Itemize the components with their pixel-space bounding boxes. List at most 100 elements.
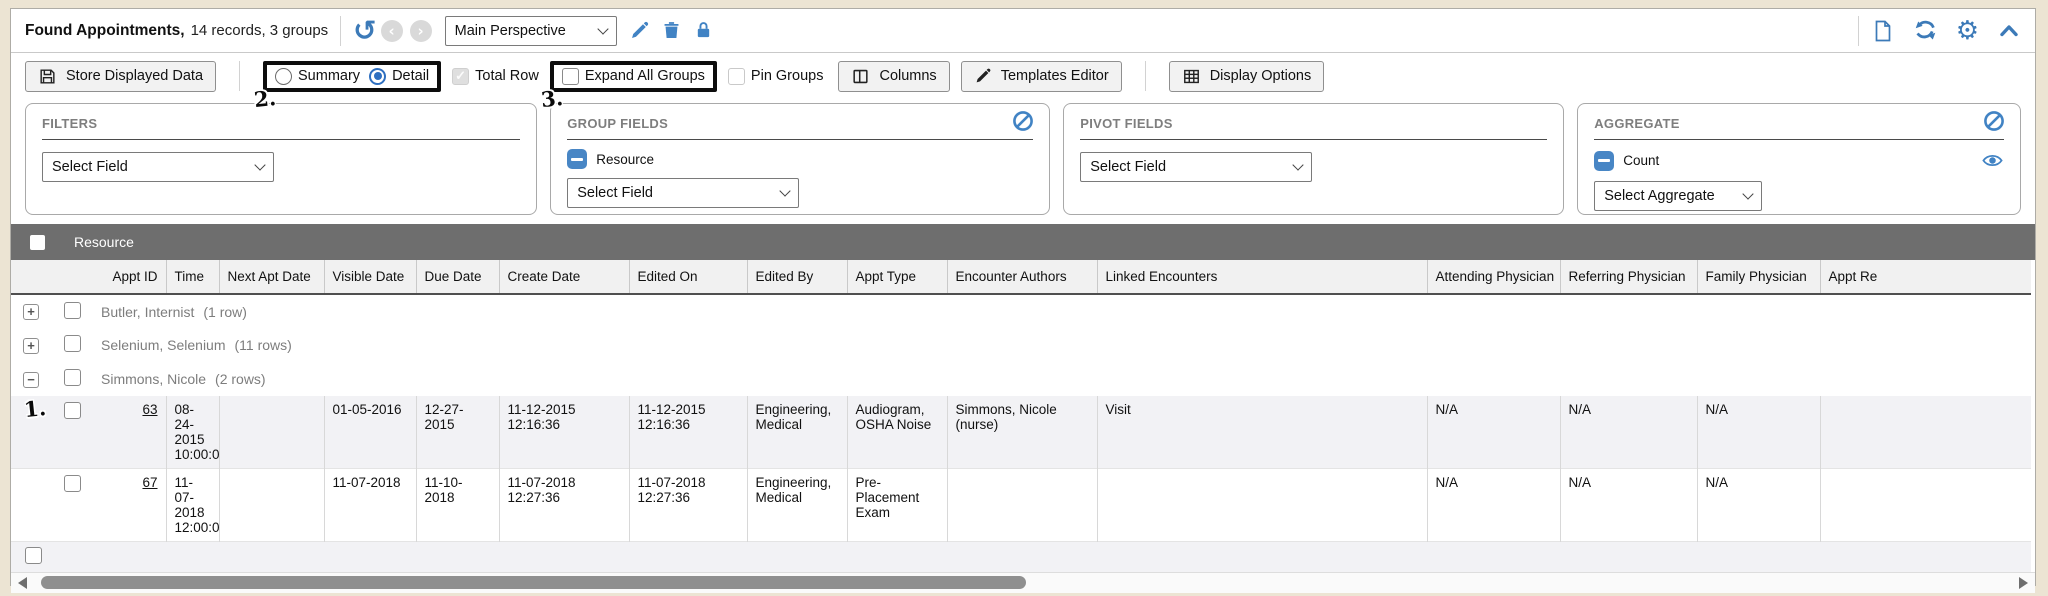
radio-unchecked-icon xyxy=(275,68,292,85)
row-checkbox[interactable] xyxy=(64,402,81,419)
page-title: Found Appointments, xyxy=(25,22,185,40)
column-header-appt-id[interactable]: Appt ID xyxy=(93,260,166,294)
group-fields-panel: GROUP FIELDS Resource Select Field xyxy=(550,103,1050,215)
gear-icon[interactable]: ⚙ xyxy=(1956,18,1979,44)
collapse-chevron-up-icon[interactable] xyxy=(1997,19,2021,43)
checkbox-column-header xyxy=(51,260,93,294)
column-header-edited-on[interactable]: Edited On xyxy=(629,260,747,294)
chevron-down-icon xyxy=(254,159,265,170)
table-grid-icon xyxy=(1182,67,1201,86)
appt-id-link[interactable]: 67 xyxy=(142,475,157,490)
cell-referring-physician: N/A xyxy=(1560,396,1697,469)
visibility-eye-icon[interactable] xyxy=(1981,149,2004,172)
group-row-count: (1 row) xyxy=(203,304,247,320)
cell-linked-encounters xyxy=(1097,469,1427,542)
divider xyxy=(1145,61,1146,91)
edit-pencil-icon[interactable] xyxy=(629,20,650,41)
next-perspective-icon[interactable]: › xyxy=(410,20,432,42)
column-header-family-physician[interactable]: Family Physician xyxy=(1697,260,1820,294)
annotation-box-3: Expand All Groups 3. xyxy=(550,61,717,92)
lock-icon[interactable] xyxy=(693,20,714,41)
group-fields-title: GROUP FIELDS xyxy=(567,116,668,131)
column-header-attending-physician[interactable]: Attending Physician xyxy=(1427,260,1560,294)
checkbox-unchecked-icon xyxy=(728,68,745,85)
pivot-fields-header: PIVOT FIELDS xyxy=(1080,113,1547,140)
cell-linked-encounters: Visit xyxy=(1097,396,1427,469)
table-row: 63 08-24-2015 10:00:00 01-05-2016 12-27-… xyxy=(11,396,2031,469)
radio-checked-icon xyxy=(369,68,386,85)
group-checkbox[interactable] xyxy=(64,302,81,319)
column-header-edited-by[interactable]: Edited By xyxy=(747,260,847,294)
summary-radio[interactable]: Summary xyxy=(275,68,360,85)
column-header-time[interactable]: Time xyxy=(166,260,219,294)
perspective-select-value: Main Perspective xyxy=(455,23,566,39)
table-row: 67 11-07-2018 12:00:00 11-07-2018 11-10-… xyxy=(11,469,2031,542)
pin-groups-checkbox[interactable]: Pin Groups xyxy=(728,68,824,85)
footer-checkbox[interactable] xyxy=(25,547,42,564)
perspective-select[interactable]: Main Perspective xyxy=(445,16,617,46)
expander-column-header xyxy=(11,260,51,294)
aggregate-select[interactable]: Select Aggregate xyxy=(1594,181,1762,211)
remove-aggregate-minus-icon[interactable] xyxy=(1594,151,1614,171)
expand-group-icon[interactable] xyxy=(23,304,39,320)
undo-icon[interactable]: ↺ xyxy=(353,17,376,45)
column-header-encounter-authors[interactable]: Encounter Authors xyxy=(947,260,1097,294)
cell-edited-by: Engineering, Medical xyxy=(747,396,847,469)
filters-field-select[interactable]: Select Field xyxy=(42,152,274,182)
remove-field-minus-icon[interactable] xyxy=(567,149,587,169)
group-row-selenium: Selenium, Selenium(11 rows) xyxy=(11,328,2031,362)
expand-group-icon[interactable] xyxy=(23,338,39,354)
select-all-checkbox[interactable] xyxy=(30,235,45,250)
horizontal-scrollbar[interactable] xyxy=(11,572,2035,593)
detail-radio[interactable]: Detail xyxy=(369,68,429,85)
trash-icon[interactable] xyxy=(661,20,682,41)
pivot-fields-panel: PIVOT FIELDS Select Field xyxy=(1063,103,1564,215)
pivot-field-select[interactable]: Select Field xyxy=(1080,152,1312,182)
scroll-right-arrow-icon[interactable] xyxy=(2019,577,2028,589)
group-row-simmons: Simmons, Nicole(2 rows) xyxy=(11,362,2031,396)
prev-perspective-icon[interactable]: ‹ xyxy=(381,20,403,42)
store-displayed-data-button[interactable]: Store Displayed Data xyxy=(25,61,216,92)
collapse-group-icon[interactable] xyxy=(23,372,39,388)
column-header-due-date[interactable]: Due Date xyxy=(416,260,499,294)
checkbox-checked-disabled-icon xyxy=(452,68,469,85)
cell-family-physician: N/A xyxy=(1697,396,1820,469)
annotation-number-1: 1. xyxy=(23,395,47,422)
expand-all-groups-checkbox[interactable]: Expand All Groups xyxy=(562,68,705,85)
clear-groups-cancel-icon[interactable] xyxy=(1011,109,1035,133)
clear-aggregates-cancel-icon[interactable] xyxy=(1982,109,2006,133)
group-field-label: Resource xyxy=(596,152,654,167)
row-checkbox[interactable] xyxy=(64,475,81,492)
column-header-create-date[interactable]: Create Date xyxy=(499,260,629,294)
appointments-grid: Resource Appt ID Time Next Apt Date Visi… xyxy=(11,224,2035,593)
cell-family-physician: N/A xyxy=(1697,469,1820,542)
group-checkbox[interactable] xyxy=(64,369,81,386)
aggregate-panel: AGGREGATE Count Select Aggregate xyxy=(1577,103,2021,215)
column-header-linked-encounters[interactable]: Linked Encounters xyxy=(1097,260,1427,294)
scrollbar-thumb[interactable] xyxy=(41,576,1026,589)
column-header-referring-physician[interactable]: Referring Physician xyxy=(1560,260,1697,294)
footer-row xyxy=(11,542,2031,572)
scroll-left-arrow-icon[interactable] xyxy=(18,577,27,589)
column-header-appt-re[interactable]: Appt Re xyxy=(1820,260,2031,294)
appt-id-link[interactable]: 63 xyxy=(142,402,157,417)
group-checkbox[interactable] xyxy=(64,335,81,352)
total-row-checkbox[interactable]: Total Row xyxy=(452,68,539,85)
new-document-icon[interactable] xyxy=(1871,19,1895,43)
templates-editor-button[interactable]: Templates Editor xyxy=(961,61,1122,92)
display-options-button[interactable]: Display Options xyxy=(1169,61,1325,92)
aggregate-header: AGGREGATE xyxy=(1594,113,2004,140)
cell-time: 08-24-2015 10:00:00 xyxy=(166,396,219,469)
cell-referring-physician: N/A xyxy=(1560,469,1697,542)
columns-button[interactable]: Columns xyxy=(838,61,949,92)
column-header-visible-date[interactable]: Visible Date xyxy=(324,260,416,294)
divider xyxy=(340,16,341,46)
column-header-appt-type[interactable]: Appt Type xyxy=(847,260,947,294)
column-header-next-apt-date[interactable]: Next Apt Date xyxy=(219,260,324,294)
group-field-select[interactable]: Select Field xyxy=(567,178,799,208)
cell-time: 11-07-2018 12:00:00 xyxy=(166,469,219,542)
cell-edited-on: 11-07-2018 12:27:36 xyxy=(629,469,747,542)
divider xyxy=(1858,16,1859,46)
group-by-bar: Resource xyxy=(11,224,2035,260)
refresh-icon[interactable] xyxy=(1913,18,1938,43)
